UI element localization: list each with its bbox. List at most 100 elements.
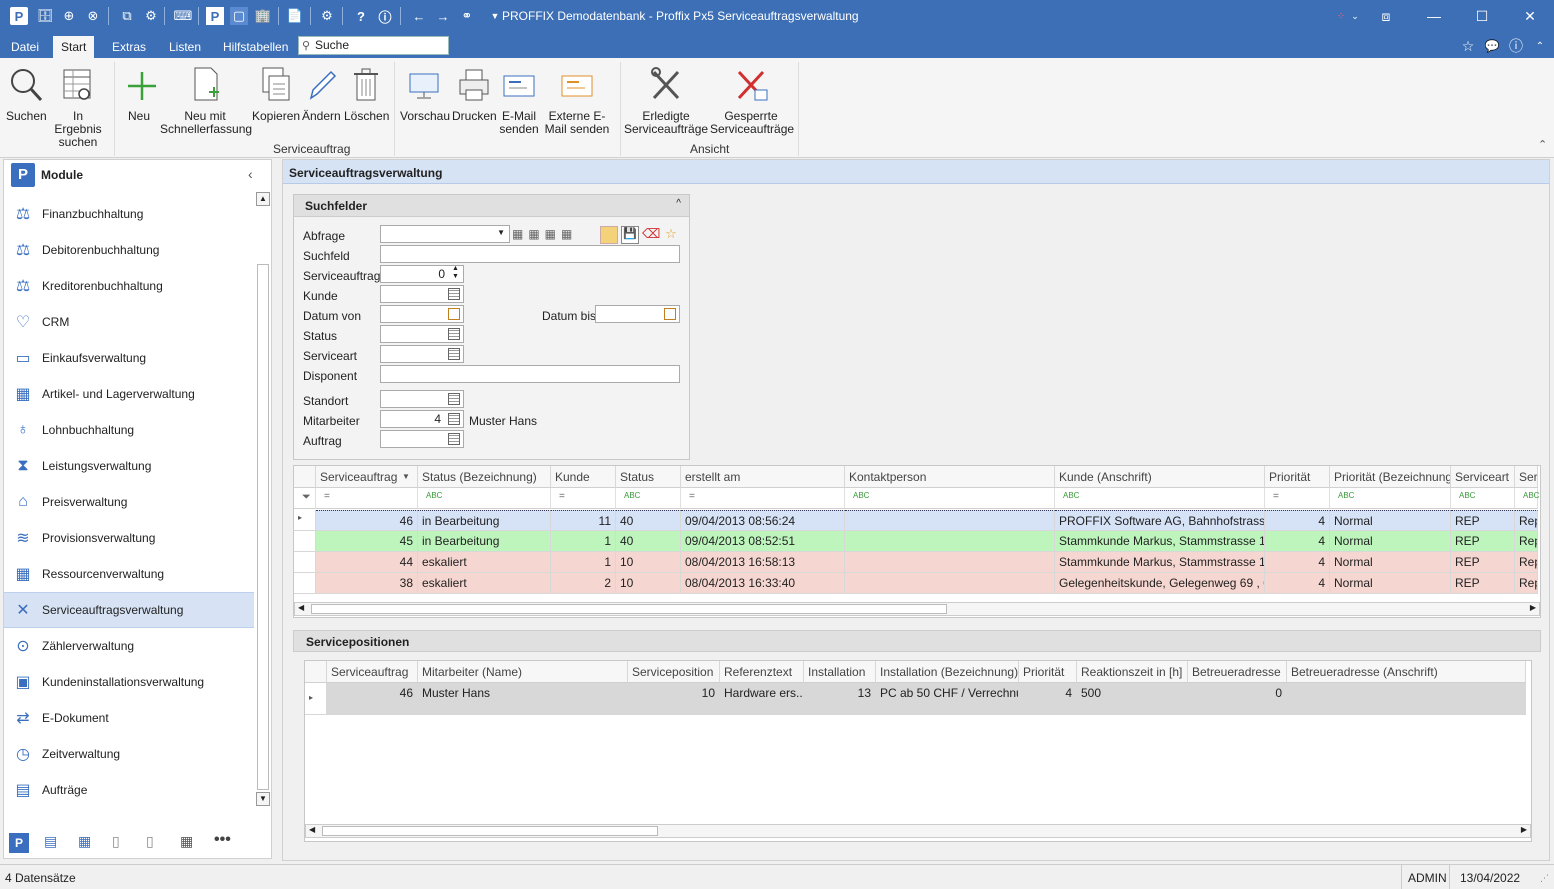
filter-cell[interactable]: =	[681, 488, 845, 509]
sidebar-item-zeitverwaltung[interactable]: ◷ Zeitverwaltung	[4, 736, 254, 772]
table-cell[interactable]: Rep	[1515, 552, 1538, 573]
drucken-button[interactable]: Drucken	[452, 64, 497, 123]
close-button[interactable]: ✕	[1508, 4, 1552, 28]
table-cell[interactable]: 08/04/2013 16:33:40	[681, 573, 845, 594]
filter-cell[interactable]: ABC	[1515, 488, 1539, 509]
favorite-star-icon[interactable]: ☆	[662, 226, 680, 244]
collapse-icon[interactable]: ^	[676, 198, 681, 209]
kopieren-button[interactable]: Kopieren	[252, 64, 300, 123]
filter-icon[interactable]: ⏷	[294, 488, 316, 509]
erledigte-serviceauftraege-button[interactable]: Erledigte Serviceaufträge	[624, 64, 708, 136]
vorschau-button[interactable]: Vorschau	[400, 64, 450, 123]
table-cell[interactable]: 1	[551, 552, 616, 573]
table-cell[interactable]: 46	[316, 510, 418, 531]
row-indicator[interactable]: ▸	[305, 683, 327, 715]
filter-cell[interactable]: ABC	[1330, 488, 1451, 509]
table-cell[interactable]: 500	[1077, 683, 1188, 715]
sidebar-item-debitorenbuchhaltung[interactable]: ⚖ Debitorenbuchhaltung	[4, 232, 254, 268]
table-cell[interactable]: Rep	[1515, 531, 1538, 552]
auftrag-field[interactable]	[380, 430, 464, 448]
table-cell[interactable]: 10	[616, 573, 681, 594]
database-remove-icon[interactable]: ⊗	[84, 7, 102, 25]
table-cell[interactable]: 4	[1265, 552, 1330, 573]
scroll-down-icon[interactable]: ▼	[256, 792, 270, 806]
sidebar-item-lohnbuchhaltung[interactable]: ♁ Lohnbuchhaltung	[4, 412, 254, 448]
table-cell[interactable]: Normal	[1330, 510, 1451, 531]
sidebar-item-kreditorenbuchhaltung[interactable]: ⚖ Kreditorenbuchhaltung	[4, 268, 254, 304]
query-toolbar[interactable]: ▦▦▦▦	[512, 227, 577, 241]
table-cell[interactable]: Muster Hans	[418, 683, 628, 715]
column-header[interactable]: Reaktionszeit in [h]	[1077, 661, 1188, 683]
column-header[interactable]: Priorität	[1265, 466, 1330, 488]
save-icon[interactable]: 💾	[621, 226, 639, 244]
table-cell[interactable]: Rep	[1515, 510, 1538, 531]
column-header[interactable]: Kontaktperson	[845, 466, 1055, 488]
info-icon[interactable]: ⓘ	[376, 7, 394, 25]
table-cell[interactable]: 2	[551, 573, 616, 594]
table-cell[interactable]: eskaliert	[418, 573, 551, 594]
chevron-down-icon[interactable]: ⌄	[1346, 7, 1364, 25]
column-header[interactable]: Installation (Bezeichnung)	[876, 661, 1019, 683]
column-header[interactable]: Serviceart	[1451, 466, 1515, 488]
table-cell[interactable]: Normal	[1330, 531, 1451, 552]
layers-nav-icon[interactable]: ▦	[78, 833, 91, 850]
sidebar-item-zählerverwaltung[interactable]: ⊙ Zählerverwaltung	[4, 628, 254, 664]
sidebar-item-serviceauftragsverwaltung[interactable]: ✕ Serviceauftragsverwaltung	[4, 592, 254, 628]
table-cell[interactable]	[845, 552, 1055, 573]
document-nav-icon[interactable]: ▤	[44, 833, 57, 850]
window-icon[interactable]: ▢	[230, 7, 248, 25]
table-cell[interactable]: 40	[616, 531, 681, 552]
column-header[interactable]: erstellt am	[681, 466, 845, 488]
database-add-icon[interactable]: ⊕	[60, 7, 78, 25]
column-header[interactable]: Priorität (Bezeichnung)	[1330, 466, 1451, 488]
table-cell[interactable]: REP	[1451, 531, 1515, 552]
column-header[interactable]: Betreueradresse (Anschrift)	[1287, 661, 1526, 683]
table-cell[interactable]: 40	[616, 510, 681, 531]
table-cell[interactable]: 10	[628, 683, 720, 715]
filter-cell[interactable]: ABC	[616, 488, 681, 509]
kunde-field[interactable]	[380, 285, 464, 303]
star-icon[interactable]: ☆	[1459, 37, 1477, 55]
sidebar-item-finanzbuchhaltung[interactable]: ⚖ Finanzbuchhaltung	[4, 196, 254, 232]
table-cell[interactable]: in Bearbeitung	[418, 510, 551, 531]
table-cell[interactable]: REP	[1451, 573, 1515, 594]
serviceart-field[interactable]	[380, 345, 464, 363]
column-header[interactable]: Kunde	[551, 466, 616, 488]
in-ergebnis-suchen-button[interactable]: In Ergebnis suchen	[50, 64, 106, 149]
email-senden-button[interactable]: E-Mail senden	[498, 64, 540, 136]
sidebar-item-preisverwaltung[interactable]: ⌂ Preisverwaltung	[4, 484, 254, 520]
column-header[interactable]: Status	[616, 466, 681, 488]
column-header[interactable]: Mitarbeiter (Name)	[418, 661, 628, 683]
table-cell[interactable]: 08/04/2013 16:58:13	[681, 552, 845, 573]
table-cell[interactable]: Normal	[1330, 573, 1451, 594]
sidebar-item-kundeninstallationsverwaltung[interactable]: ▣ Kundeninstallationsverwaltung	[4, 664, 254, 700]
chevron-up-circle-icon[interactable]: ⌃	[1531, 37, 1549, 55]
filter-cell[interactable]: ABC	[1451, 488, 1515, 509]
table-cell[interactable]	[845, 573, 1055, 594]
filter-cell[interactable]: ABC	[418, 488, 551, 509]
table-cell[interactable]: in Bearbeitung	[418, 531, 551, 552]
tab-datei[interactable]: Datei	[3, 36, 47, 58]
table-cell[interactable]: Stammkunde Markus, Stammstrasse 15 ...	[1055, 531, 1265, 552]
tab-start[interactable]: Start	[53, 36, 95, 58]
sidebar-item-crm[interactable]: ♡ CRM	[4, 304, 254, 340]
module-p-icon[interactable]: P	[206, 7, 224, 25]
table-cell[interactable]: 0	[1188, 683, 1287, 715]
loeschen-button[interactable]: Löschen	[344, 64, 389, 123]
status-field[interactable]	[380, 325, 464, 343]
module-nav-icon[interactable]: P	[9, 833, 29, 853]
table-cell[interactable]: 1	[551, 531, 616, 552]
column-header[interactable]: Betreueradresse	[1188, 661, 1287, 683]
page-nav-icon[interactable]: ▯	[112, 833, 120, 850]
horizontal-scrollbar[interactable]: ◀ ▶	[305, 824, 1531, 838]
database-icon[interactable]: 🗄	[36, 7, 54, 25]
table-cell[interactable]: PC ab 50 CHF / Verrechnu...	[876, 683, 1019, 715]
table-cell[interactable]	[845, 531, 1055, 552]
sort-desc-icon[interactable]: ▼	[402, 472, 410, 481]
sidebar-item-leistungsverwaltung[interactable]: ⧗ Leistungsverwaltung	[4, 448, 254, 484]
column-header[interactable]: Ser	[1515, 466, 1538, 488]
maximize-button[interactable]: ☐	[1460, 4, 1504, 28]
datum-von-field[interactable]	[380, 305, 464, 323]
building-icon[interactable]: 🏢	[254, 7, 272, 25]
abfrage-select[interactable]: ▼	[380, 225, 510, 243]
